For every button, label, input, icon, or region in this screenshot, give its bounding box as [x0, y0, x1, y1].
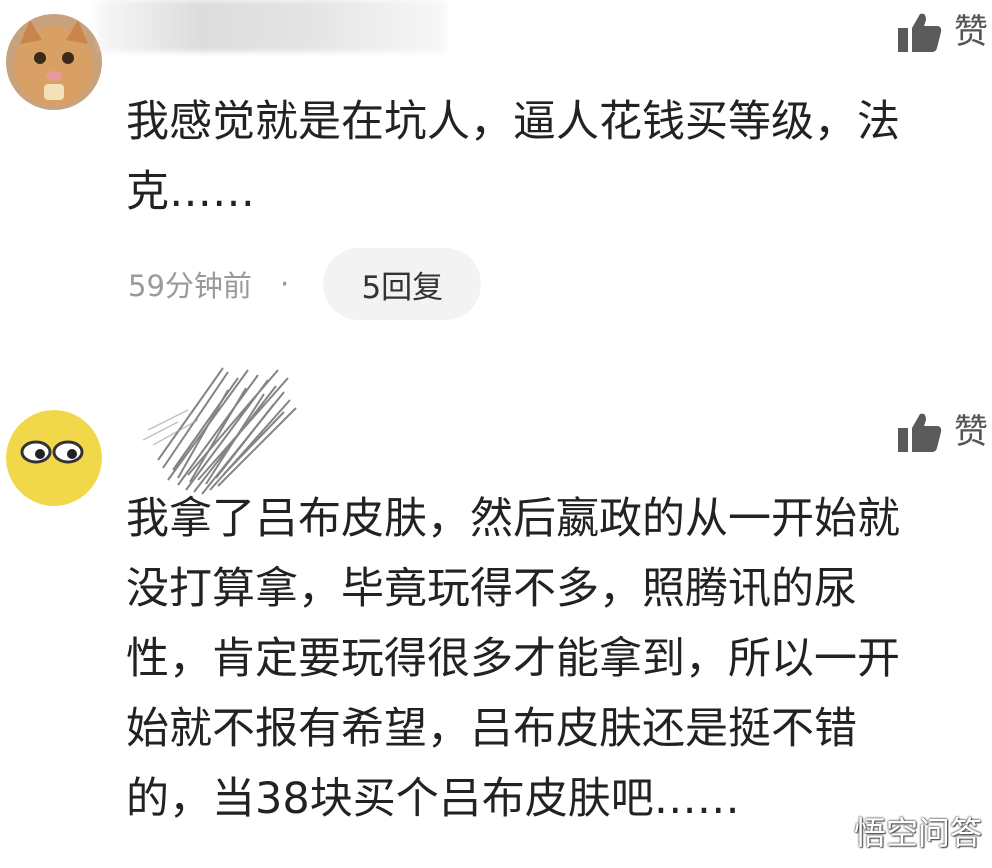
- comment-text: 我感觉就是在坑人，逼人花钱买等级，法 克……: [126, 87, 992, 227]
- comment-item: 赞 我感觉就是在坑人，逼人花钱买等级，法 克…… 59分钟前 · 5回复: [0, 0, 992, 340]
- avatar[interactable]: [6, 14, 102, 110]
- comment-meta: 59分钟前 · 5回复: [128, 248, 482, 320]
- watermark-text: 悟空问答: [853, 814, 982, 852]
- thumbs-up-icon: [898, 13, 942, 52]
- like-button[interactable]: 赞: [898, 412, 988, 452]
- comment-line: 我感觉就是在坑人，逼人花钱买等级，法: [126, 97, 900, 147]
- like-label: 赞: [954, 412, 988, 452]
- username-redacted: [128, 350, 318, 500]
- avatar[interactable]: [6, 410, 102, 506]
- emoji-face-avatar-icon: [6, 410, 102, 506]
- cat-avatar-icon: [6, 14, 102, 110]
- watermark-logo-icon: [807, 816, 845, 846]
- comment-line: 我拿了吕布皮肤，然后嬴政的从一开始就: [126, 494, 900, 544]
- comment-line: 始就不报有希望，吕布皮肤还是挺不错: [126, 704, 857, 754]
- like-label: 赞: [954, 12, 988, 52]
- watermark: 悟空问答: [806, 808, 982, 854]
- reply-button[interactable]: 5回复: [323, 248, 482, 320]
- like-button[interactable]: 赞: [898, 12, 988, 52]
- separator-dot: ·: [279, 266, 290, 302]
- comment-line: 没打算拿，毕竟玩得不多，照腾讯的尿: [126, 564, 857, 614]
- comment-text: 我拿了吕布皮肤，然后嬴政的从一开始就 没打算拿，毕竟玩得不多，照腾讯的尿 性，肯…: [126, 484, 992, 834]
- comment-item: 赞 我拿了吕布皮肤，然后嬴政的从一开始就 没打算拿，毕竟玩得不多，照腾讯的尿 性…: [0, 340, 992, 868]
- username-redacted: [96, 0, 446, 52]
- comment-line: 性，肯定要玩得很多才能拿到，所以一开: [126, 634, 900, 684]
- thumbs-up-icon: [898, 413, 942, 452]
- scribble-redaction-icon: [142, 367, 297, 495]
- comment-time: 59分钟前: [128, 269, 252, 303]
- comment-line: 克……: [126, 167, 255, 217]
